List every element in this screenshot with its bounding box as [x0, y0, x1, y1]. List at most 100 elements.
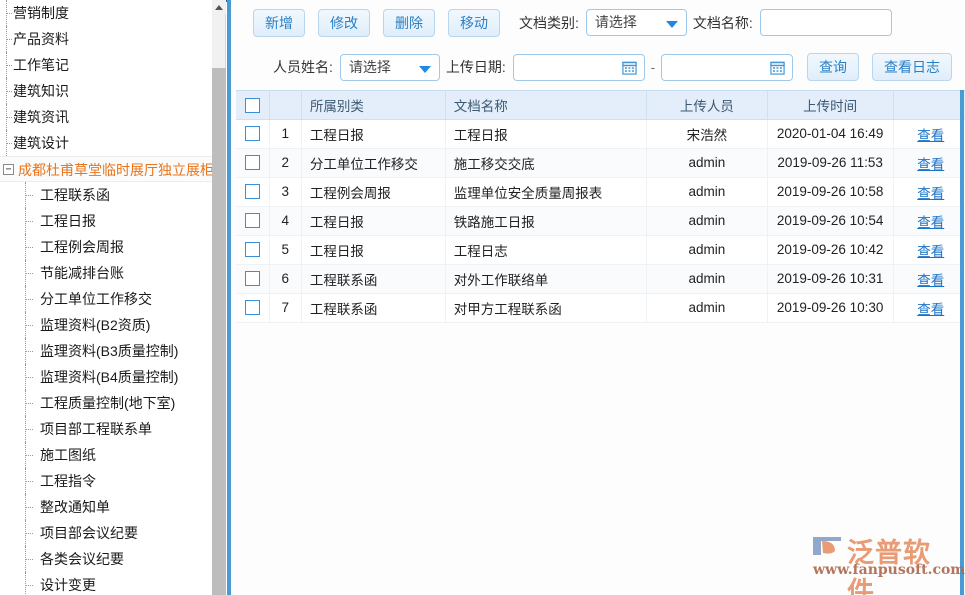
view-link[interactable]: 查看	[917, 157, 944, 172]
row-checkbox[interactable]	[245, 300, 260, 315]
tree-item-child-9[interactable]: 项目部工程联系单	[0, 416, 212, 442]
tree-item-child-2[interactable]: 工程例会周报	[0, 234, 212, 260]
delete-button[interactable]: 删除	[383, 9, 435, 37]
row-checkbox[interactable]	[245, 126, 260, 141]
view-link[interactable]: 查看	[917, 244, 944, 259]
row-checkbox-cell[interactable]	[236, 148, 269, 177]
tree-item-child-8[interactable]: 工程质量控制(地下室)	[0, 390, 212, 416]
row-docname-cell: 铁路施工日报	[445, 206, 646, 235]
table-header-index	[269, 91, 301, 119]
row-checkbox[interactable]	[245, 184, 260, 199]
row-index-cell: 5	[269, 235, 301, 264]
row-action-cell[interactable]: 查看	[893, 206, 965, 235]
tree-item-child-10[interactable]: 施工图纸	[0, 442, 212, 468]
doc-category-label: 文档类别:	[519, 13, 579, 33]
row-action-cell[interactable]: 查看	[893, 148, 965, 177]
tree-item-child-14[interactable]: 各类会议纪要	[0, 546, 212, 572]
row-action-cell[interactable]: 查看	[893, 293, 965, 322]
row-checkbox[interactable]	[245, 155, 260, 170]
row-checkbox-cell[interactable]	[236, 235, 269, 264]
tree-collapse-toggle-icon[interactable]: −	[3, 164, 14, 175]
view-link[interactable]: 查看	[917, 186, 944, 201]
row-action-cell[interactable]: 查看	[893, 235, 965, 264]
row-checkbox[interactable]	[245, 271, 260, 286]
table-header-docname[interactable]: 文档名称	[445, 91, 646, 119]
table-row[interactable]: 2分工单位工作移交施工移交交底admin2019-09-26 11:53查看	[236, 148, 965, 177]
row-checkbox-cell[interactable]	[236, 177, 269, 206]
row-index-cell: 3	[269, 177, 301, 206]
scroll-up-arrow-icon[interactable]	[212, 0, 226, 14]
table-header-uploader[interactable]: 上传人员	[647, 91, 768, 119]
tree-item-child-3[interactable]: 节能减排台账	[0, 260, 212, 286]
row-checkbox-cell[interactable]	[236, 119, 269, 148]
add-button[interactable]: 新增	[253, 9, 305, 37]
tree-item-label: 监理资料(B3质量控制)	[40, 343, 178, 359]
chevron-down-icon	[666, 21, 678, 28]
tree-selected-root-node[interactable]: − 成都杜甫草堂临时展厅独立展柜报	[0, 156, 212, 182]
tree-item-top-2[interactable]: 工作笔记	[0, 52, 212, 78]
row-uploadtime-cell: 2019-09-26 10:58	[767, 177, 893, 206]
doc-category-select[interactable]: 请选择	[586, 9, 687, 36]
upload-date-to-input[interactable]	[661, 54, 793, 81]
edit-button[interactable]: 修改	[318, 9, 370, 37]
table-right-edge	[960, 90, 964, 595]
tree-item-child-0[interactable]: 工程联系函	[0, 182, 212, 208]
tree-item-child-5[interactable]: 监理资料(B2资质)	[0, 312, 212, 338]
tree-item-child-7[interactable]: 监理资料(B4质量控制)	[0, 364, 212, 390]
row-category-cell: 工程日报	[301, 206, 445, 235]
tree-item-child-1[interactable]: 工程日报	[0, 208, 212, 234]
tree-item-top-5[interactable]: 建筑设计	[0, 130, 212, 156]
tree-item-label: 建筑设计	[13, 135, 69, 151]
tree-item-child-15[interactable]: 设计变更	[0, 572, 212, 595]
row-docname-cell: 对外工作联络单	[445, 264, 646, 293]
row-checkbox-cell[interactable]	[236, 264, 269, 293]
tree-item-child-13[interactable]: 项目部会议纪要	[0, 520, 212, 546]
table-header-uploadtime[interactable]: 上传时间	[767, 91, 893, 119]
row-docname-cell: 对甲方工程联系函	[445, 293, 646, 322]
sidebar-scrollbar-thumb[interactable]	[212, 68, 226, 595]
row-checkbox[interactable]	[245, 213, 260, 228]
table-header-category[interactable]: 所属别类	[301, 91, 445, 119]
view-link[interactable]: 查看	[917, 215, 944, 230]
person-name-select[interactable]: 请选择	[340, 54, 440, 81]
upload-date-label: 上传日期:	[446, 57, 506, 77]
row-uploader-cell: 宋浩然	[647, 119, 768, 148]
tree-item-top-0[interactable]: 营销制度	[0, 0, 212, 26]
row-action-cell[interactable]: 查看	[893, 119, 965, 148]
table-row[interactable]: 6工程联系函对外工作联络单admin2019-09-26 10:31查看	[236, 264, 965, 293]
row-action-cell[interactable]: 查看	[893, 177, 965, 206]
table-row[interactable]: 7工程联系函对甲方工程联系函admin2019-09-26 10:30查看	[236, 293, 965, 322]
table-header-action	[893, 91, 965, 119]
tree-item-child-6[interactable]: 监理资料(B3质量控制)	[0, 338, 212, 364]
query-button[interactable]: 查询	[807, 53, 859, 81]
table-row[interactable]: 5工程日报工程日志admin2019-09-26 10:42查看	[236, 235, 965, 264]
table-row[interactable]: 1工程日报工程日报宋浩然2020-01-04 16:49查看	[236, 119, 965, 148]
tree-item-top-3[interactable]: 建筑知识	[0, 78, 212, 104]
tree-item-child-12[interactable]: 整改通知单	[0, 494, 212, 520]
table-header-select-all[interactable]	[236, 91, 269, 119]
row-docname-cell: 工程日志	[445, 235, 646, 264]
move-button[interactable]: 移动	[448, 9, 500, 37]
row-checkbox[interactable]	[245, 242, 260, 257]
view-log-button[interactable]: 查看日志	[872, 53, 952, 81]
row-category-cell: 工程日报	[301, 235, 445, 264]
tree-item-child-11[interactable]: 工程指令	[0, 468, 212, 494]
table-row[interactable]: 4工程日报铁路施工日报admin2019-09-26 10:54查看	[236, 206, 965, 235]
view-link[interactable]: 查看	[917, 128, 944, 143]
row-index-cell: 4	[269, 206, 301, 235]
row-checkbox-cell[interactable]	[236, 206, 269, 235]
view-link[interactable]: 查看	[917, 273, 944, 288]
sidebar-scrollbar[interactable]	[212, 0, 226, 595]
row-action-cell[interactable]: 查看	[893, 264, 965, 293]
view-link[interactable]: 查看	[917, 302, 944, 317]
date-range-separator: -	[651, 60, 655, 75]
tree-item-label: 工程联系函	[40, 187, 110, 203]
tree-item-top-1[interactable]: 产品资料	[0, 26, 212, 52]
upload-date-from-input[interactable]	[513, 54, 645, 81]
table-row[interactable]: 3工程例会周报监理单位安全质量周报表admin2019-09-26 10:58查…	[236, 177, 965, 206]
tree-item-top-4[interactable]: 建筑资讯	[0, 104, 212, 130]
row-checkbox-cell[interactable]	[236, 293, 269, 322]
tree-item-child-4[interactable]: 分工单位工作移交	[0, 286, 212, 312]
doc-name-input[interactable]	[760, 9, 892, 36]
select-all-checkbox[interactable]	[245, 98, 260, 113]
